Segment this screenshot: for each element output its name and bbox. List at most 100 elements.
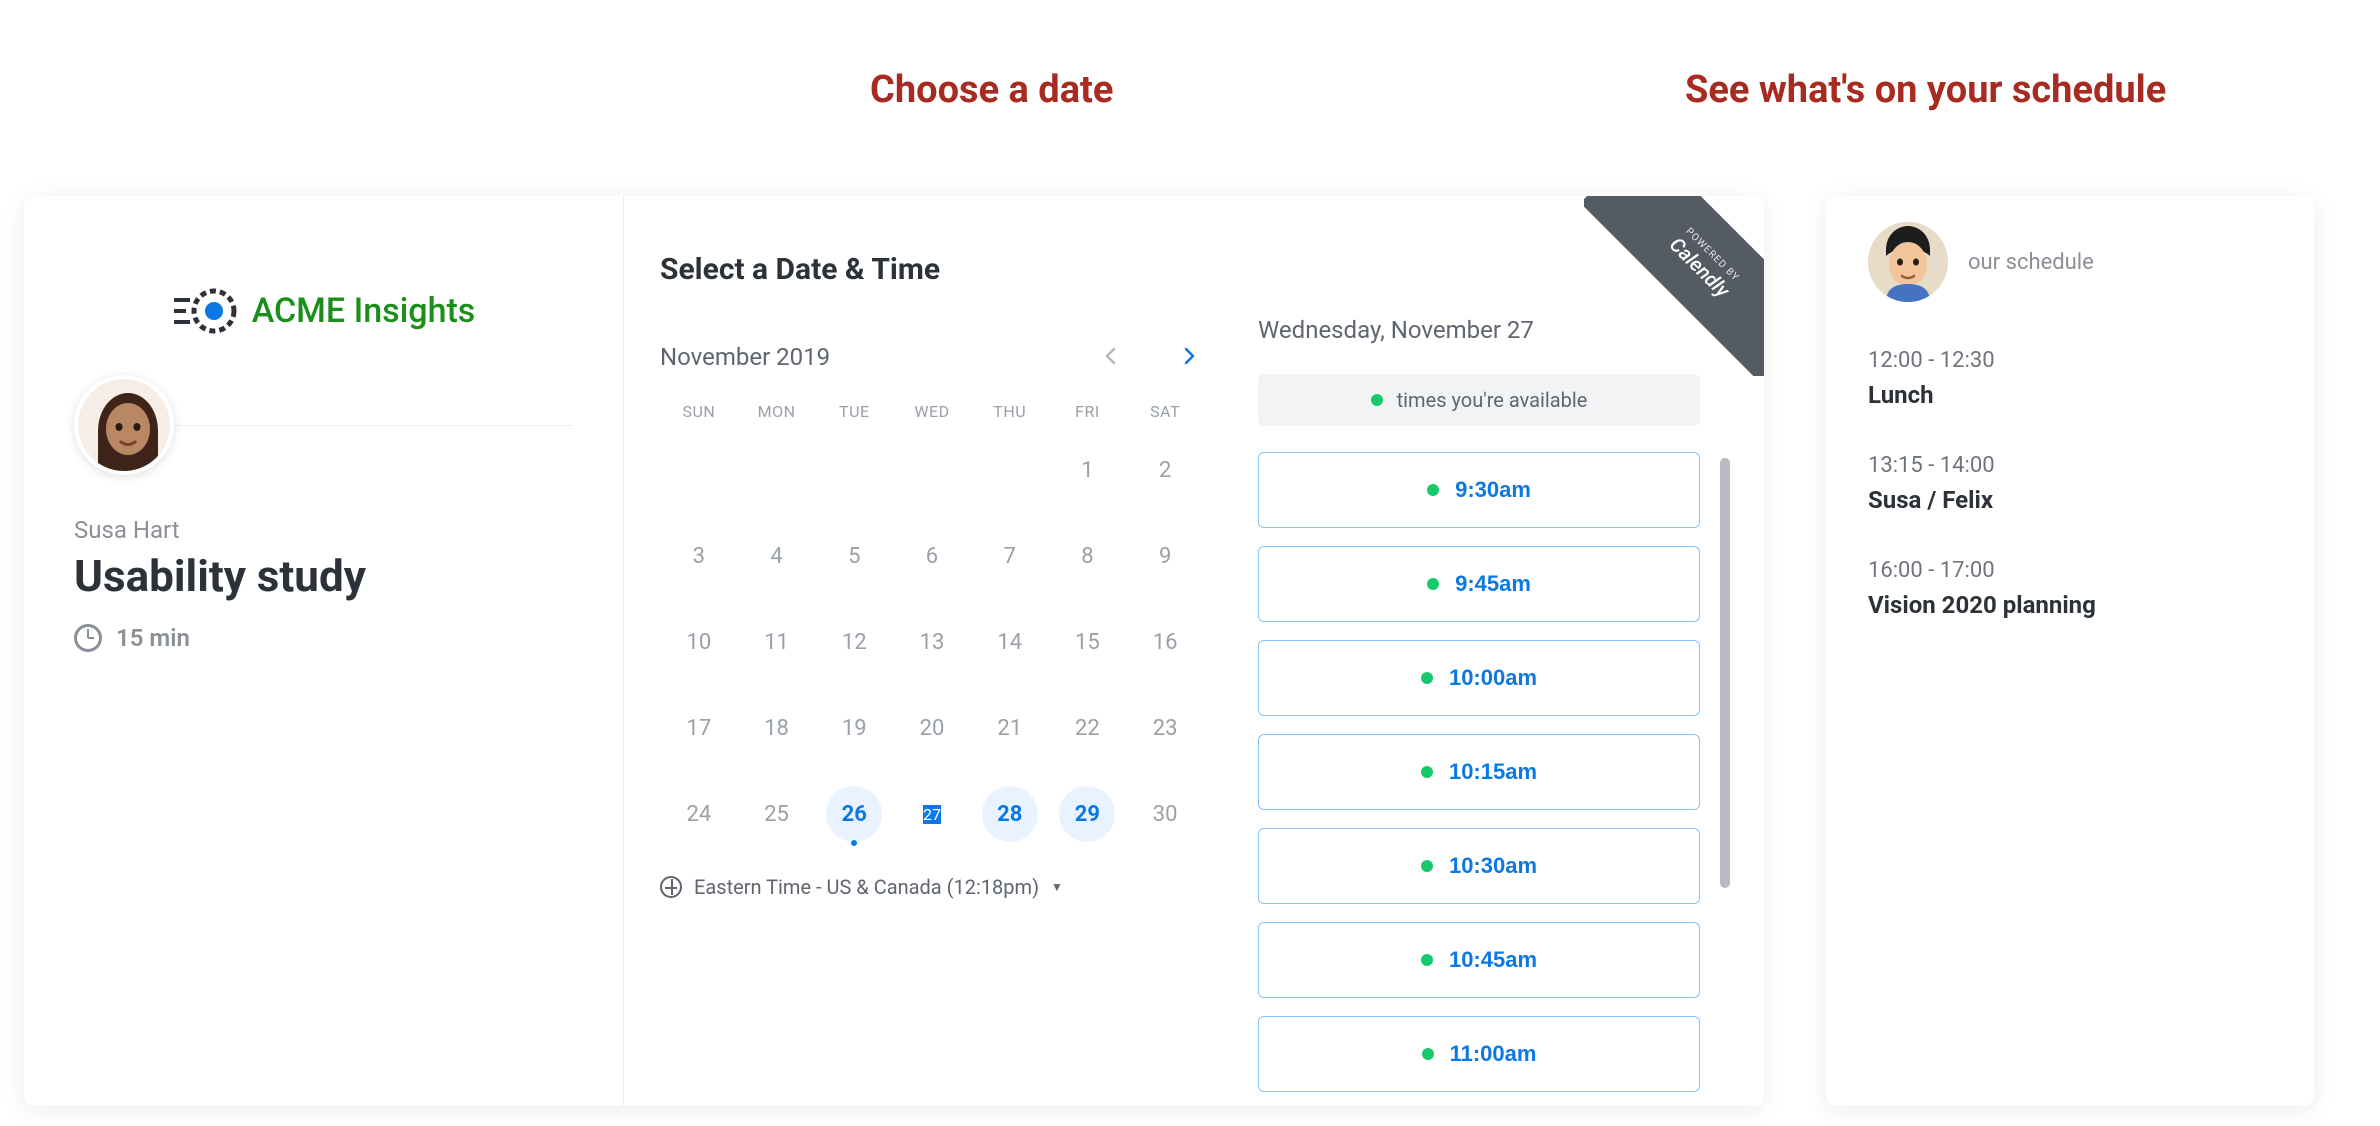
day-disabled: 8 bbox=[1049, 525, 1127, 587]
day-number: 12 bbox=[842, 630, 867, 655]
chevron-right-icon bbox=[1180, 347, 1198, 365]
host-avatar bbox=[74, 375, 174, 475]
weekday-label: FRI bbox=[1049, 402, 1127, 421]
globe-icon bbox=[660, 876, 682, 898]
day-number: 8 bbox=[1081, 544, 1093, 569]
brand-header: ACME Insights bbox=[74, 196, 573, 426]
weekday-label: SAT bbox=[1126, 402, 1204, 421]
day-number: 3 bbox=[693, 544, 705, 569]
timezone-label: Eastern Time - US & Canada (12:18pm) bbox=[694, 875, 1039, 899]
day-number: 2 bbox=[1159, 458, 1171, 483]
host-name: Susa Hart bbox=[74, 516, 573, 544]
day-number: 17 bbox=[686, 716, 711, 741]
day-empty bbox=[815, 439, 893, 501]
time-slot-label: 11:00am bbox=[1450, 1041, 1537, 1067]
caret-down-icon: ▼ bbox=[1051, 880, 1063, 894]
day-disabled: 3 bbox=[660, 525, 738, 587]
day-disabled: 6 bbox=[893, 525, 971, 587]
time-slot-label: 9:30am bbox=[1455, 477, 1531, 503]
meeting-info-column: ACME Insights Susa Hart Usability study bbox=[24, 196, 624, 1106]
slot-list: 9:30am 9:45am 10:00am 10:15am 10:30am 10:45am… bbox=[1258, 452, 1700, 1097]
day-disabled: 7 bbox=[971, 525, 1049, 587]
weekday-label: WED bbox=[893, 402, 971, 421]
day-disabled: 18 bbox=[738, 697, 816, 759]
duration-value: 15 min bbox=[116, 624, 190, 652]
time-slot-label: 9:45am bbox=[1455, 571, 1531, 597]
day-disabled: 19 bbox=[815, 697, 893, 759]
day-available[interactable]: 26 bbox=[826, 786, 882, 842]
month-label: November 2019 bbox=[660, 343, 830, 371]
event-time: 16:00 - 17:00 bbox=[1868, 558, 2272, 583]
day-number: 6 bbox=[926, 544, 938, 569]
day-empty bbox=[660, 439, 738, 501]
day-number: 23 bbox=[1153, 716, 1178, 741]
events-list: 12:00 - 12:30Lunch13:15 - 14:00Susa / Fe… bbox=[1868, 348, 2272, 619]
day-available[interactable]: 29 bbox=[1059, 786, 1115, 842]
day-number: 22 bbox=[1075, 716, 1100, 741]
next-month-button[interactable] bbox=[1174, 341, 1204, 372]
day-empty bbox=[738, 439, 816, 501]
day-selected[interactable]: 27 bbox=[923, 805, 941, 824]
schedule-title: our schedule bbox=[1968, 250, 2094, 275]
weekday-label: SUN bbox=[660, 402, 738, 421]
time-slot-label: 10:15am bbox=[1449, 759, 1537, 785]
availability-dot-icon bbox=[1421, 766, 1433, 778]
day-disabled: 20 bbox=[893, 697, 971, 759]
scrollbar[interactable] bbox=[1720, 458, 1730, 888]
time-slot-button[interactable]: 9:45am bbox=[1258, 546, 1700, 622]
time-slot-button[interactable]: 10:45am bbox=[1258, 922, 1700, 998]
time-slot-button[interactable]: 10:00am bbox=[1258, 640, 1700, 716]
day-disabled: 1 bbox=[1049, 439, 1127, 501]
day-cell[interactable]: 28 bbox=[971, 783, 1049, 845]
day-disabled: 25 bbox=[738, 783, 816, 845]
day-number: 21 bbox=[997, 716, 1022, 741]
day-number: 4 bbox=[770, 544, 782, 569]
prev-month-button[interactable] bbox=[1096, 341, 1126, 372]
day-number: 7 bbox=[1004, 544, 1016, 569]
timeslot-column: Wednesday, November 27 times you're avai… bbox=[1214, 196, 1764, 1106]
calendar-grid: 1234567891011121314151617181920212223242… bbox=[660, 439, 1204, 845]
schedule-event: 12:00 - 12:30Lunch bbox=[1868, 348, 2272, 409]
day-available[interactable]: 28 bbox=[982, 786, 1038, 842]
chevron-left-icon bbox=[1102, 347, 1120, 365]
day-number: 19 bbox=[842, 716, 867, 741]
day-cell[interactable]: 29 bbox=[1049, 783, 1127, 845]
schedule-event: 16:00 - 17:00Vision 2020 planning bbox=[1868, 558, 2272, 619]
day-number: 10 bbox=[686, 630, 711, 655]
time-slot-button[interactable]: 10:30am bbox=[1258, 828, 1700, 904]
clock-icon bbox=[74, 624, 102, 652]
day-number: 25 bbox=[764, 802, 789, 827]
event-name: Lunch bbox=[1868, 381, 2272, 409]
booking-panel: POWERED BY Calendly ACME bbox=[24, 196, 1764, 1106]
day-disabled: 23 bbox=[1126, 697, 1204, 759]
day-number: 18 bbox=[764, 716, 789, 741]
day-disabled: 4 bbox=[738, 525, 816, 587]
day-cell[interactable]: 26 bbox=[815, 783, 893, 845]
day-number: 5 bbox=[848, 544, 860, 569]
availability-dot-icon bbox=[1427, 484, 1439, 496]
select-title: Select a Date & Time bbox=[660, 252, 1204, 287]
availability-dot-icon bbox=[1421, 860, 1433, 872]
gear-eye-icon bbox=[172, 286, 242, 336]
availability-dot-icon bbox=[1427, 578, 1439, 590]
time-slot-button[interactable]: 10:15am bbox=[1258, 734, 1700, 810]
day-number: 16 bbox=[1153, 630, 1178, 655]
day-cell[interactable]: 27 bbox=[893, 783, 971, 845]
timezone-selector[interactable]: Eastern Time - US & Canada (12:18pm) ▼ bbox=[660, 875, 1204, 899]
day-number: 15 bbox=[1075, 630, 1100, 655]
weekday-label: TUE bbox=[815, 402, 893, 421]
time-slot-button[interactable]: 11:00am bbox=[1258, 1016, 1700, 1092]
day-disabled: 2 bbox=[1126, 439, 1204, 501]
user-avatar bbox=[1868, 222, 1948, 302]
day-empty bbox=[893, 439, 971, 501]
day-number: 11 bbox=[764, 630, 789, 655]
time-slot-label: 10:30am bbox=[1449, 853, 1537, 879]
day-disabled: 10 bbox=[660, 611, 738, 673]
day-disabled: 17 bbox=[660, 697, 738, 759]
day-number: 14 bbox=[997, 630, 1022, 655]
availability-banner: times you're available bbox=[1258, 374, 1700, 426]
duration-row: 15 min bbox=[74, 624, 573, 652]
day-disabled: 22 bbox=[1049, 697, 1127, 759]
time-slot-button[interactable]: 9:30am bbox=[1258, 452, 1700, 528]
day-disabled: 12 bbox=[815, 611, 893, 673]
